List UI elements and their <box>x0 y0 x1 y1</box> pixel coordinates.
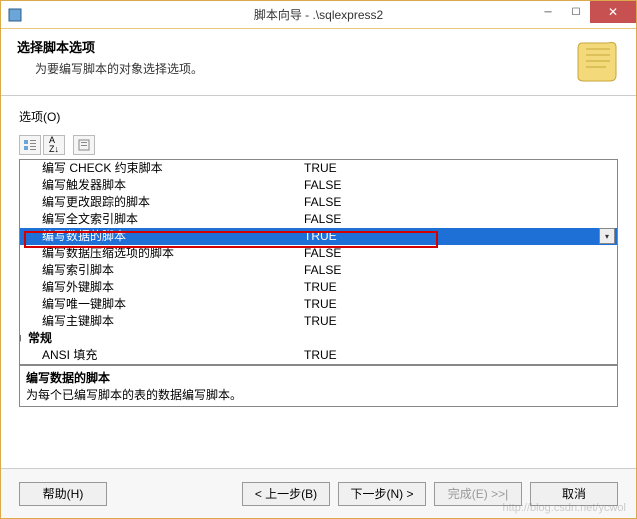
collapse-icon[interactable]: ⊟ <box>20 330 26 347</box>
option-value[interactable]: TRUE <box>304 347 617 364</box>
back-button[interactable]: < 上一步(B) <box>242 482 330 506</box>
window-controls: ─ ☐ ✕ <box>534 1 636 23</box>
options-label: 选项(O) <box>19 108 618 125</box>
option-label: 编写数据的脚本 <box>42 228 304 245</box>
option-row[interactable]: 编写更改跟踪的脚本FALSE <box>20 194 617 211</box>
option-label: 编写更改跟踪的脚本 <box>42 194 304 211</box>
description-panel: 编写数据的脚本 为每个已编写脚本的表的数据编写脚本。 <box>19 365 618 407</box>
option-row[interactable]: 编写触发器脚本FALSE <box>20 177 617 194</box>
description-text: 为每个已编写脚本的表的数据编写脚本。 <box>26 386 611 403</box>
option-value[interactable]: FALSE <box>304 194 617 211</box>
alphabetical-view-button[interactable]: AZ↓ <box>43 135 65 155</box>
option-row[interactable]: 编写主键脚本TRUE <box>20 313 617 330</box>
option-row[interactable]: 编写全文索引脚本FALSE <box>20 211 617 228</box>
option-row[interactable]: 编写数据的脚本TRUE▾ <box>20 228 617 245</box>
page-subtitle: 为要编写脚本的对象选择选项。 <box>17 60 572 77</box>
option-row[interactable]: 编写外键脚本TRUE <box>20 279 617 296</box>
option-value[interactable]: FALSE <box>304 262 617 279</box>
option-value[interactable]: FALSE <box>304 245 617 262</box>
option-label: 编写全文索引脚本 <box>42 211 304 228</box>
option-value[interactable]: FALSE <box>304 211 617 228</box>
grid-scroll[interactable]: 编写 CHECK 约束脚本TRUE编写触发器脚本FALSE编写更改跟踪的脚本FA… <box>20 160 617 364</box>
window-title: 脚本向导 - .\sqlexpress2 <box>254 6 383 23</box>
option-label: 编写数据压缩选项的脚本 <box>42 245 304 262</box>
option-label: 编写 CHECK 约束脚本 <box>42 160 304 177</box>
minimize-button[interactable]: ─ <box>534 1 562 23</box>
option-label: 编写触发器脚本 <box>42 177 304 194</box>
option-value[interactable]: FALSE <box>304 177 617 194</box>
property-pages-button[interactable] <box>73 135 95 155</box>
help-button[interactable]: 帮助(H) <box>19 482 107 506</box>
category-row[interactable]: ⊟常规 <box>20 330 617 347</box>
cancel-button[interactable]: 取消 <box>530 482 618 506</box>
option-value[interactable]: TRUE <box>304 313 617 330</box>
option-value[interactable]: TRUE <box>304 160 617 177</box>
option-label: ANSI 填充 <box>42 347 304 364</box>
option-value[interactable]: TRUE <box>304 279 617 296</box>
option-value[interactable]: TRUE▾ <box>304 228 617 245</box>
option-row[interactable]: 编写索引脚本FALSE <box>20 262 617 279</box>
content-area: 选项(O) AZ↓ 编写 CHECK 约束脚本TRUE编写触发器脚本FALSE编… <box>1 96 636 419</box>
page-title: 选择脚本选项 <box>17 37 572 56</box>
wizard-header: 选择脚本选项 为要编写脚本的对象选择选项。 <box>1 29 636 96</box>
grid-toolbar: AZ↓ <box>19 135 618 155</box>
option-row[interactable]: ANSI 填充TRUE <box>20 347 617 364</box>
option-label: 编写主键脚本 <box>42 313 304 330</box>
titlebar: 脚本向导 - .\sqlexpress2 ─ ☐ ✕ <box>1 1 636 29</box>
description-title: 编写数据的脚本 <box>26 369 611 386</box>
category-label: 常规 <box>28 330 52 347</box>
wizard-window: 脚本向导 - .\sqlexpress2 ─ ☐ ✕ 选择脚本选项 为要编写脚本… <box>0 0 637 519</box>
options-grid[interactable]: 编写 CHECK 约束脚本TRUE编写触发器脚本FALSE编写更改跟踪的脚本FA… <box>19 159 618 365</box>
option-label: 编写索引脚本 <box>42 262 304 279</box>
finish-button[interactable]: 完成(E) >>| <box>434 482 522 506</box>
close-button[interactable]: ✕ <box>590 1 636 23</box>
maximize-button[interactable]: ☐ <box>562 1 590 23</box>
dropdown-icon[interactable]: ▾ <box>599 228 615 244</box>
option-row[interactable]: 编写 CHECK 约束脚本TRUE <box>20 160 617 177</box>
app-icon <box>7 7 23 23</box>
wizard-footer: 帮助(H) < 上一步(B) 下一步(N) > 完成(E) >>| 取消 <box>1 468 636 518</box>
option-label: 编写唯一键脚本 <box>42 296 304 313</box>
option-row[interactable]: 编写数据压缩选项的脚本FALSE <box>20 245 617 262</box>
option-value[interactable]: TRUE <box>304 296 617 313</box>
option-label: 编写外键脚本 <box>42 279 304 296</box>
next-button[interactable]: 下一步(N) > <box>338 482 426 506</box>
scroll-icon <box>572 37 620 85</box>
option-row[interactable]: 编写唯一键脚本TRUE <box>20 296 617 313</box>
categorized-view-button[interactable] <box>19 135 41 155</box>
